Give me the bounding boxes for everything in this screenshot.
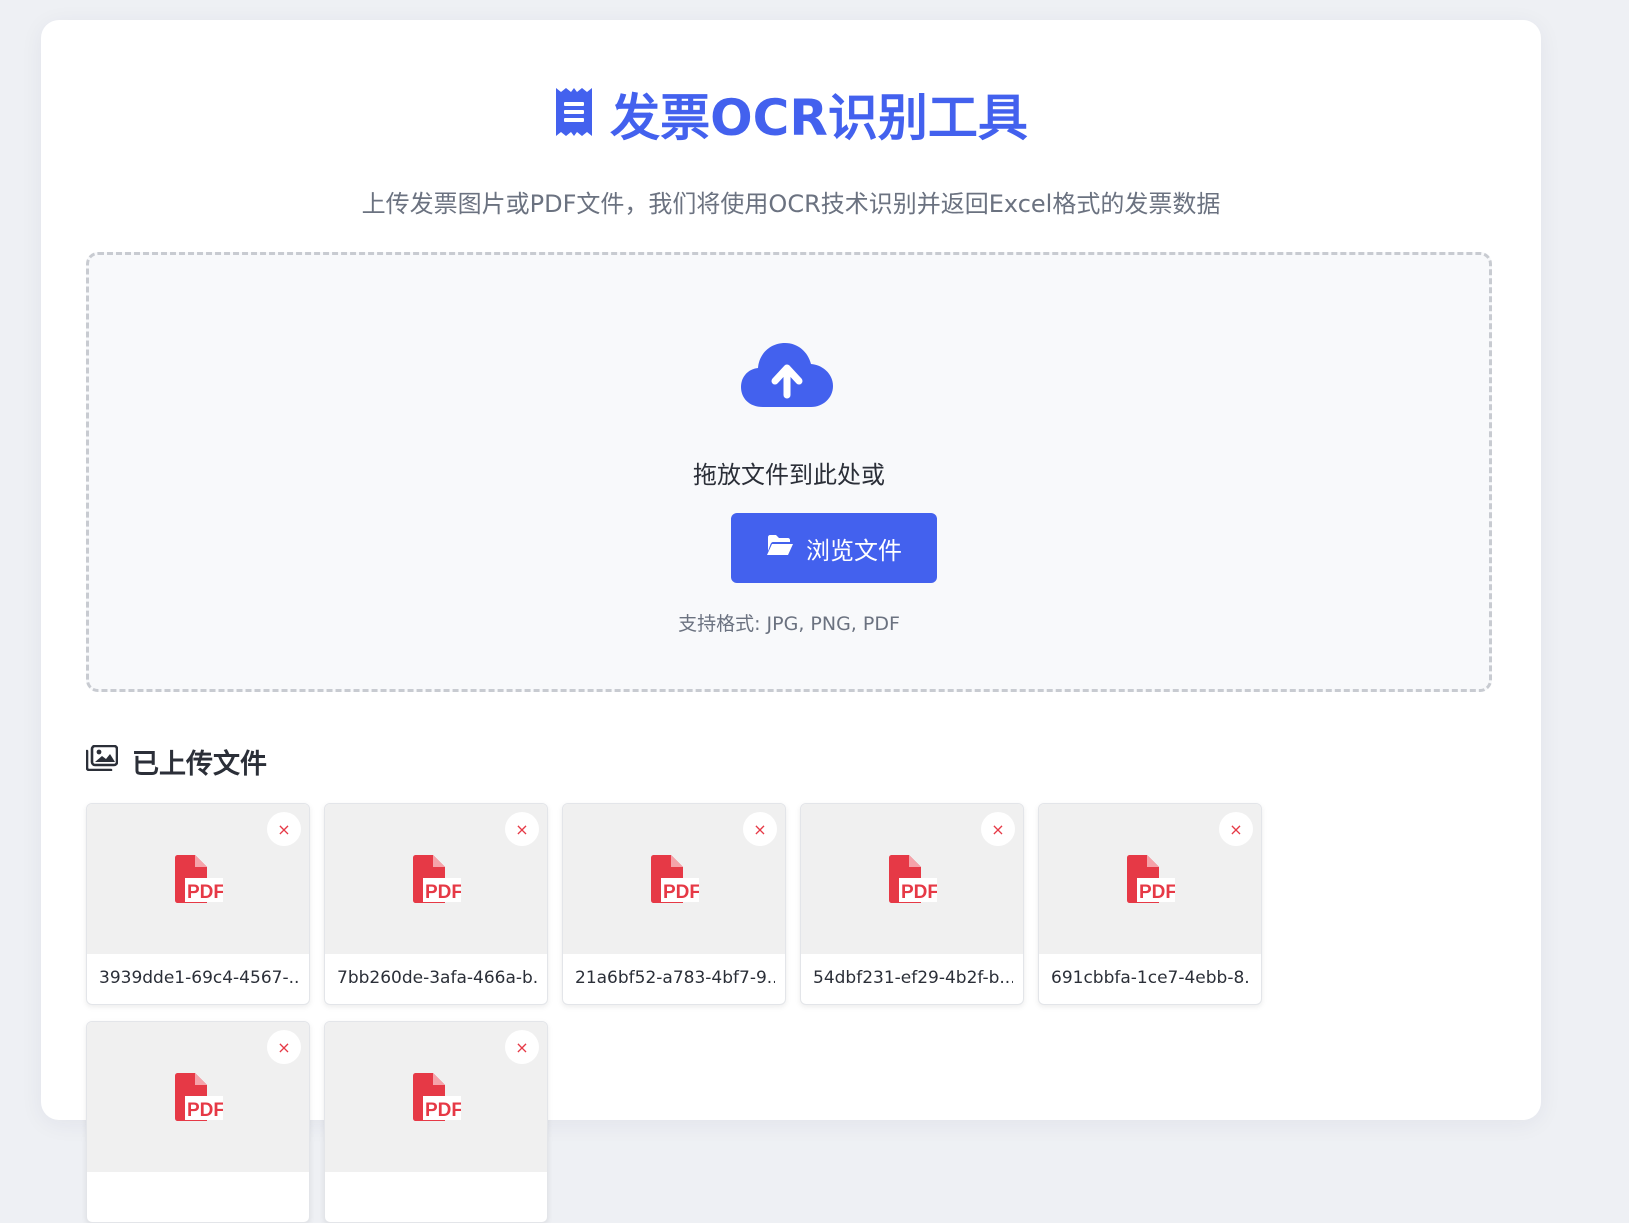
pdf-label: PDF [425,882,461,903]
file-thumbnail: PDF × [801,804,1023,954]
file-card[interactable]: PDF × 691cbbfa-1ce7-4ebb-8... [1038,803,1262,1005]
remove-file-button[interactable]: × [267,1030,301,1064]
receipt-icon [554,86,594,142]
pdf-file-icon: PDF [887,854,939,908]
close-icon: × [277,819,291,839]
pdf-label: PDF [1139,882,1175,903]
file-card[interactable]: PDF × 54dbf231-ef29-4b2f-b... [800,803,1024,1005]
close-icon: × [515,1037,529,1057]
remove-file-button[interactable]: × [267,812,301,846]
close-icon: × [277,1037,291,1057]
file-name: 3939dde1-69c4-4567-... [99,968,299,988]
file-name: 21a6bf52-a783-4bf7-9... [575,968,775,988]
uploaded-files-heading: 已上传文件 [85,742,267,781]
pdf-file-icon: PDF [173,854,225,908]
pdf-file-icon: PDF [649,854,701,908]
file-thumbnail: PDF × [1039,804,1261,954]
pdf-label: PDF [425,1100,461,1121]
main-card: 发票OCR识别工具 上传发票图片或PDF文件，我们将使用OCR技术识别并返回Ex… [41,20,1541,1223]
pdf-label: PDF [187,1100,223,1121]
file-name: 691cbbfa-1ce7-4ebb-8... [1051,968,1251,988]
cloud-upload-icon [741,343,833,413]
remove-file-button[interactable]: × [505,812,539,846]
page-title: 发票OCR识别工具 [610,89,1028,147]
file-card[interactable]: PDF × 3939dde1-69c4-4567-... [86,803,310,1005]
pdf-label: PDF [187,882,223,903]
file-dropzone[interactable]: 拖放文件到此处或 浏览文件 支持格式: JPG, PNG, PDF [86,252,1492,692]
pdf-file-icon: PDF [173,1072,225,1126]
file-thumbnail: PDF × [87,804,309,954]
file-card[interactable]: PDF × [324,1021,548,1223]
remove-file-button[interactable]: × [1219,812,1253,846]
file-thumbnail: PDF × [87,1022,309,1172]
remove-file-button[interactable]: × [743,812,777,846]
file-thumbnail: PDF × [325,804,547,954]
file-name: 7bb260de-3afa-466a-b... [337,968,537,988]
pdf-file-icon: PDF [411,1072,463,1126]
browse-files-button[interactable]: 浏览文件 [731,513,937,583]
pdf-label: PDF [663,882,699,903]
pdf-file-icon: PDF [411,854,463,908]
page-header: 发票OCR识别工具 [41,78,1541,150]
uploaded-files-title: 已上传文件 [132,749,267,780]
close-icon: × [991,819,1005,839]
dropzone-instruction: 拖放文件到此处或 [693,461,885,489]
file-card[interactable]: PDF × 21a6bf52-a783-4bf7-9... [562,803,786,1005]
close-icon: × [1229,819,1243,839]
close-icon: × [753,819,767,839]
browse-files-label: 浏览文件 [806,536,902,565]
file-thumbnail: PDF × [563,804,785,954]
file-card[interactable]: PDF × [86,1021,310,1223]
pdf-label: PDF [901,882,937,903]
file-card[interactable]: PDF × 7bb260de-3afa-466a-b... [324,803,548,1005]
folder-open-icon [766,534,794,562]
page-subtitle: 上传发票图片或PDF文件，我们将使用OCR技术识别并返回Excel格式的发票数据 [361,190,1221,218]
images-icon [85,744,119,778]
close-icon: × [515,819,529,839]
pdf-file-icon: PDF [1125,854,1177,908]
file-name: 54dbf231-ef29-4b2f-b... [813,968,1013,988]
remove-file-button[interactable]: × [505,1030,539,1064]
remove-file-button[interactable]: × [981,812,1015,846]
supported-formats-text: 支持格式: JPG, PNG, PDF [678,613,900,635]
file-thumbnail: PDF × [325,1022,547,1172]
